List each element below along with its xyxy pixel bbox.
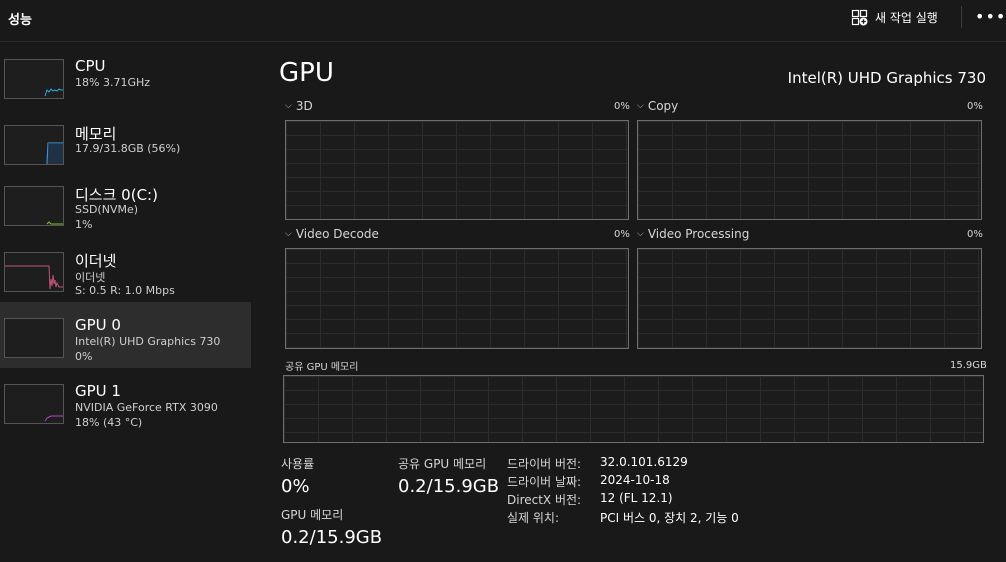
- sidebar-item-name: GPU 0: [75, 316, 121, 334]
- graph-selector-video-decode[interactable]: ⌵ Video Decode: [285, 227, 379, 241]
- graph-label: Video Processing: [647, 227, 750, 241]
- gpu-memory-value: 0.2/15.9GB: [281, 527, 383, 548]
- sidebar-item-detail: SSD(NVMe): [75, 203, 139, 216]
- sidebar-item-usage: 18% (43 °C): [75, 416, 143, 429]
- gpu-device-name: Intel(R) UHD Graphics 730: [787, 69, 986, 87]
- new-task-icon: [851, 9, 868, 25]
- cpu-thumbnail-graph: [4, 59, 64, 99]
- graph-value: 0%: [614, 229, 630, 240]
- graph-label: Video Decode: [295, 227, 379, 241]
- shared-memory-graph-label: 공유 GPU 메모리: [285, 362, 359, 373]
- sidebar-item-ethernet[interactable]: 이더넷 이더넷 S: 0.5 R: 1.0 Mbps: [0, 236, 251, 302]
- sidebar-item-detail: 17.9/31.8GB (56%): [75, 142, 181, 155]
- graph-label: 3D: [295, 99, 313, 113]
- ethernet-thumbnail-graph: [4, 252, 64, 292]
- graph-video-processing: [637, 248, 982, 349]
- chevron-down-icon: ⌵: [637, 101, 644, 111]
- physical-location-value: PCI 버스 0, 장치 2, 기능 0: [600, 511, 739, 525]
- shared-memory-graph-max: 15.9GB: [950, 360, 987, 371]
- sidebar-item-detail: 이더넷: [75, 271, 106, 284]
- driver-date-label: 드라이버 날짜:: [507, 475, 582, 489]
- memory-thumbnail-graph: [4, 125, 64, 165]
- sidebar-item-memory[interactable]: 메모리 17.9/31.8GB (56%): [0, 109, 251, 175]
- graph-selector-video-processing[interactable]: ⌵ Video Processing: [637, 227, 749, 241]
- header-divider: [961, 6, 962, 28]
- sidebar-item-detail: 18% 3.71GHz: [75, 76, 151, 89]
- more-options-button[interactable]: •••: [975, 7, 1006, 26]
- sidebar-item-name: 디스크 0(C:): [75, 186, 158, 204]
- gpu-title: GPU: [279, 58, 334, 88]
- usage-label: 사용률: [281, 457, 315, 471]
- shared-memory-label: 공유 GPU 메모리: [398, 457, 487, 471]
- gpu1-thumbnail-graph: [4, 384, 64, 424]
- title-bar: 성능 새 작업 실행 •••: [0, 0, 1006, 42]
- graph-value: 0%: [614, 101, 630, 112]
- directx-version-label: DirectX 버전:: [507, 493, 582, 507]
- directx-version-value: 12 (FL 12.1): [600, 491, 673, 505]
- sidebar-item-detail: NVIDIA GeForce RTX 3090: [75, 401, 218, 414]
- run-new-task-label: 새 작업 실행: [875, 10, 938, 25]
- sidebar-item-name: GPU 1: [75, 382, 121, 400]
- page-title: 성능: [8, 13, 32, 28]
- graph-copy: [637, 120, 982, 220]
- graph-value: 0%: [967, 101, 983, 112]
- graph-selector-copy[interactable]: ⌵ Copy: [637, 99, 678, 113]
- shared-memory-graph: [283, 375, 984, 443]
- run-new-task-button[interactable]: 새 작업 실행: [851, 7, 938, 27]
- graph-selector-3d[interactable]: ⌵ 3D: [285, 99, 313, 113]
- sidebar-item-usage: 1%: [75, 218, 93, 231]
- sidebar-item-name: 메모리: [75, 125, 117, 143]
- gpu0-thumbnail-graph: [4, 318, 64, 358]
- sidebar-item-name: 이더넷: [75, 252, 117, 270]
- usage-value: 0%: [281, 476, 310, 497]
- shared-memory-value: 0.2/15.9GB: [398, 476, 500, 497]
- sidebar-item-disk[interactable]: 디스크 0(C:) SSD(NVMe) 1%: [0, 170, 251, 236]
- physical-location-label: 실제 위치:: [507, 511, 560, 525]
- gpu-memory-label: GPU 메모리: [281, 508, 344, 522]
- driver-version-value: 32.0.101.6129: [600, 455, 688, 469]
- graph-video-decode: [285, 248, 629, 349]
- sidebar-item-throughput: S: 0.5 R: 1.0 Mbps: [75, 284, 175, 297]
- chevron-down-icon: ⌵: [637, 229, 644, 239]
- sidebar-item-detail: Intel(R) UHD Graphics 730: [75, 335, 221, 348]
- sidebar-item-gpu0[interactable]: GPU 0 Intel(R) UHD Graphics 730 0%: [0, 302, 251, 368]
- sidebar-item-gpu1[interactable]: GPU 1 NVIDIA GeForce RTX 3090 18% (43 °C…: [0, 368, 251, 434]
- driver-version-label: 드라이버 버전:: [507, 457, 582, 471]
- sidebar-item-name: CPU: [75, 57, 106, 75]
- graph-value: 0%: [967, 229, 983, 240]
- graph-label: Copy: [647, 99, 679, 113]
- chevron-down-icon: ⌵: [285, 229, 292, 239]
- chevron-down-icon: ⌵: [285, 101, 292, 111]
- driver-date-value: 2024-10-18: [600, 473, 670, 487]
- disk-thumbnail-graph: [4, 186, 64, 226]
- sidebar-item-usage: 0%: [75, 350, 93, 363]
- sidebar-item-cpu[interactable]: CPU 18% 3.71GHz: [0, 43, 251, 109]
- graph-3d: [285, 120, 629, 220]
